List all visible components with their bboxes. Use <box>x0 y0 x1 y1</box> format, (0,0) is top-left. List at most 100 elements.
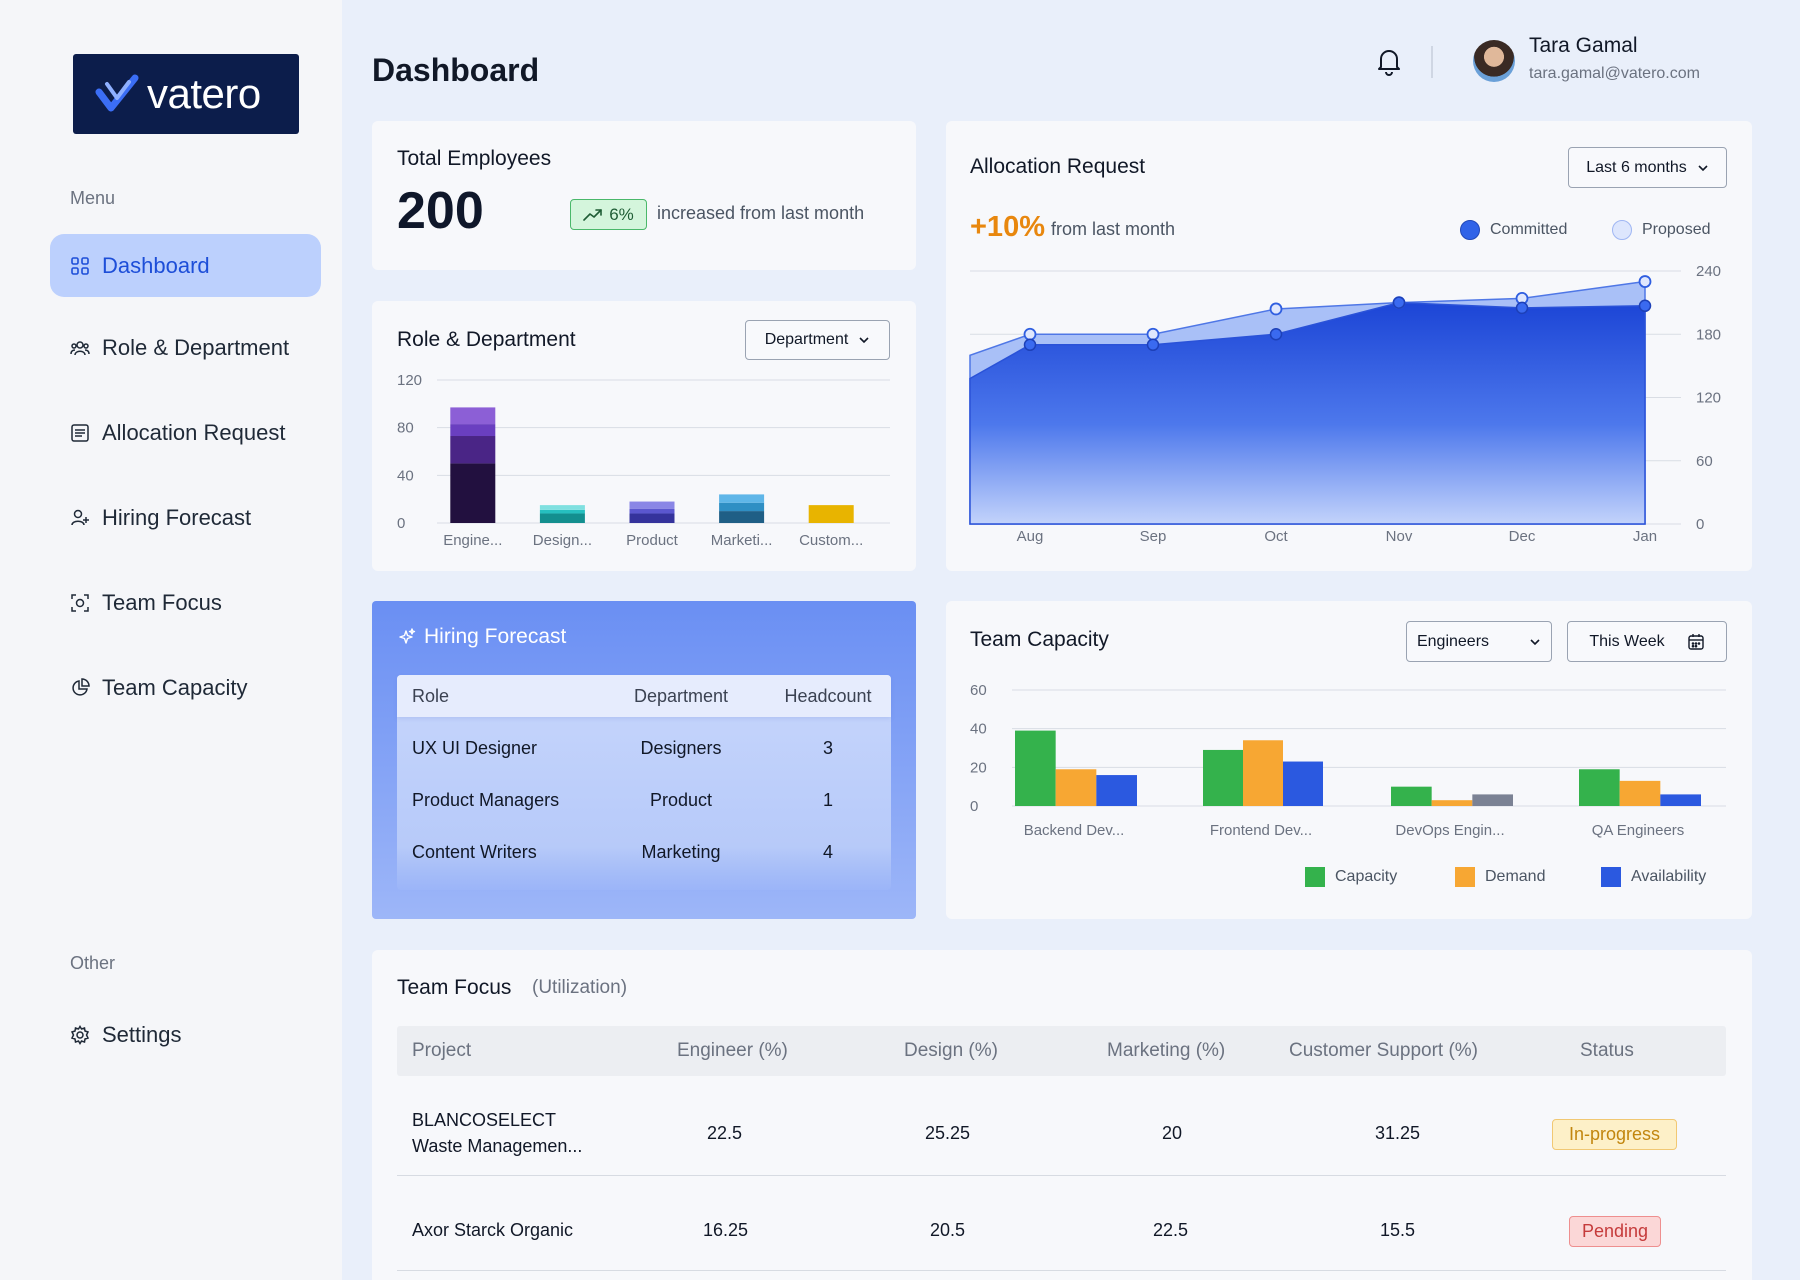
table-row[interactable]: BLANCOSELECT Waste Managemen... 22.5 25.… <box>397 1076 1726 1176</box>
sidebar-item-role-department[interactable]: Role & Department <box>50 316 321 379</box>
committed-point <box>1392 296 1406 309</box>
legend-swatch <box>1305 867 1325 887</box>
status-badge: In-progress <box>1552 1119 1677 1150</box>
committed-point <box>1638 299 1652 313</box>
x-tick-label: Product <box>626 532 679 549</box>
legend-swatch <box>1460 220 1480 240</box>
hiring-forecast-table: Role Department Headcount UX UI Designer… <box>397 675 891 890</box>
support-cell: 31.25 <box>1375 1123 1421 1143</box>
allocation-request-card: Allocation Request Last 6 months +10% fr… <box>946 121 1752 571</box>
proposed-area <box>969 280 1646 525</box>
department-cell: Designers <box>640 737 722 758</box>
bar-segment <box>629 501 675 509</box>
vatero-logo-icon <box>95 74 139 112</box>
y-tick-label: 60 <box>970 682 987 699</box>
bar-segment <box>719 494 765 503</box>
y-tick-label: 60 <box>1696 453 1713 470</box>
role-department-card: Role & Department Department 0 40 80 120 Eng… <box>372 301 916 571</box>
department-dropdown[interactable]: Department <box>745 320 890 360</box>
column-header: Department <box>633 685 729 706</box>
table-row[interactable]: Product Managers Product 1 <box>397 774 891 826</box>
committed-point <box>1146 338 1160 352</box>
sidebar-item-team-capacity[interactable]: Team Capacity <box>50 656 321 719</box>
brand-logo[interactable]: vatero <box>73 54 299 134</box>
sidebar-item-team-focus[interactable]: Team Focus <box>50 571 321 634</box>
headcount-cell: 1 <box>822 789 833 810</box>
total-employees-value: 200 <box>397 182 484 240</box>
column-header: Marketing (%) <box>1107 1040 1226 1061</box>
proposed-point <box>1269 302 1283 316</box>
header-divider <box>1431 46 1433 78</box>
y-tick-label: 180 <box>1696 326 1721 343</box>
x-tick-label: Custom... <box>799 532 863 549</box>
proposed-point <box>1515 292 1529 305</box>
avatar[interactable] <box>1473 40 1515 82</box>
bar-availability <box>1660 794 1701 806</box>
bar-demand <box>1243 740 1283 806</box>
period-dropdown[interactable]: Last 6 months <box>1568 147 1727 188</box>
bar-availability <box>1283 761 1323 806</box>
design-cell: 20.5 <box>930 1220 966 1240</box>
column-header: Project <box>412 1040 472 1061</box>
brand-name: vatero <box>147 70 261 117</box>
card-title-text: Hiring Forecast <box>424 625 567 648</box>
sidebar-item-dashboard[interactable]: Dashboard <box>50 234 321 297</box>
project-cell: BLANCOSELECT <box>412 1110 557 1130</box>
card-title: Team Capacity <box>970 628 1109 651</box>
list-icon <box>71 423 89 442</box>
column-header: Design (%) <box>904 1040 998 1061</box>
notification-bell-icon[interactable] <box>1374 46 1404 76</box>
team-focus-card: Team Focus (Utilization) Project Enginee… <box>372 950 1752 1280</box>
table-row[interactable]: UX UI Designer Designers 3 <box>397 722 891 774</box>
gear-icon <box>70 1024 90 1045</box>
legend-proposed: Proposed <box>1612 220 1711 240</box>
y-tick-label: 0 <box>397 515 405 532</box>
bar-segment <box>450 407 496 425</box>
y-tick-label: 40 <box>397 467 414 484</box>
bar-availability <box>1472 794 1513 806</box>
bar-segment <box>539 513 585 523</box>
table-row[interactable]: Axor Starck Organic 16.25 20.5 22.5 15.5… <box>397 1177 1726 1271</box>
bar-capacity <box>1203 749 1243 806</box>
card-title: Team Focus <box>397 976 512 999</box>
sidebar-item-label: Settings <box>102 1021 182 1047</box>
role-cell: Content Writers <box>412 841 537 862</box>
bar-segment <box>450 463 496 523</box>
y-tick-label: 120 <box>397 372 422 389</box>
department-cell: Product <box>649 789 713 810</box>
hiring-forecast-card: Hiring Forecast Role Department Headcoun… <box>372 601 916 919</box>
legend-label: Proposed <box>1642 221 1711 238</box>
proposed-point <box>1146 327 1160 341</box>
bar-segment <box>719 502 765 512</box>
project-cell: Axor Starck Organic <box>412 1220 574 1240</box>
chevron-down-icon <box>1530 638 1540 645</box>
change-text: increased from last month <box>657 203 865 223</box>
legend-committed: Committed <box>1460 220 1567 240</box>
table-row[interactable]: Content Writers Marketing 4 <box>397 826 891 878</box>
bar-segment <box>539 509 585 514</box>
y-tick-label: 20 <box>970 759 987 776</box>
committed-point <box>1269 328 1283 341</box>
proposed-point <box>1023 327 1037 341</box>
bar-demand <box>1431 800 1473 806</box>
sidebar-item-label: Team Focus <box>102 589 222 615</box>
sidebar-item-allocation-request[interactable]: Allocation Request <box>50 401 321 464</box>
column-header: Customer Support (%) <box>1289 1040 1479 1061</box>
team-dropdown[interactable]: Engineers <box>1406 621 1552 662</box>
sidebar-item-hiring-forecast[interactable]: Hiring Forecast <box>50 486 321 549</box>
headcount-cell: 4 <box>822 841 833 862</box>
sidebar: vatero Menu Dashboard Role & Department … <box>0 0 342 1280</box>
engineer-cell: 22.5 <box>707 1123 743 1143</box>
legend-availability: Availability <box>1601 867 1706 887</box>
x-tick-label: Aug <box>1017 528 1044 545</box>
sidebar-item-settings[interactable]: Settings <box>50 1003 321 1066</box>
sidebar-item-label: Hiring Forecast <box>102 504 252 530</box>
dropdown-value: This Week <box>1589 632 1665 650</box>
sidebar-item-label: Dashboard <box>102 252 210 278</box>
project-cell-line2: Waste Managemen... <box>412 1136 583 1156</box>
menu-heading: Menu <box>70 188 116 208</box>
week-picker[interactable]: This Week <box>1567 621 1727 662</box>
focus-icon <box>71 593 89 612</box>
card-title: Total Employees <box>397 147 552 170</box>
sparkle-icon <box>399 628 416 644</box>
